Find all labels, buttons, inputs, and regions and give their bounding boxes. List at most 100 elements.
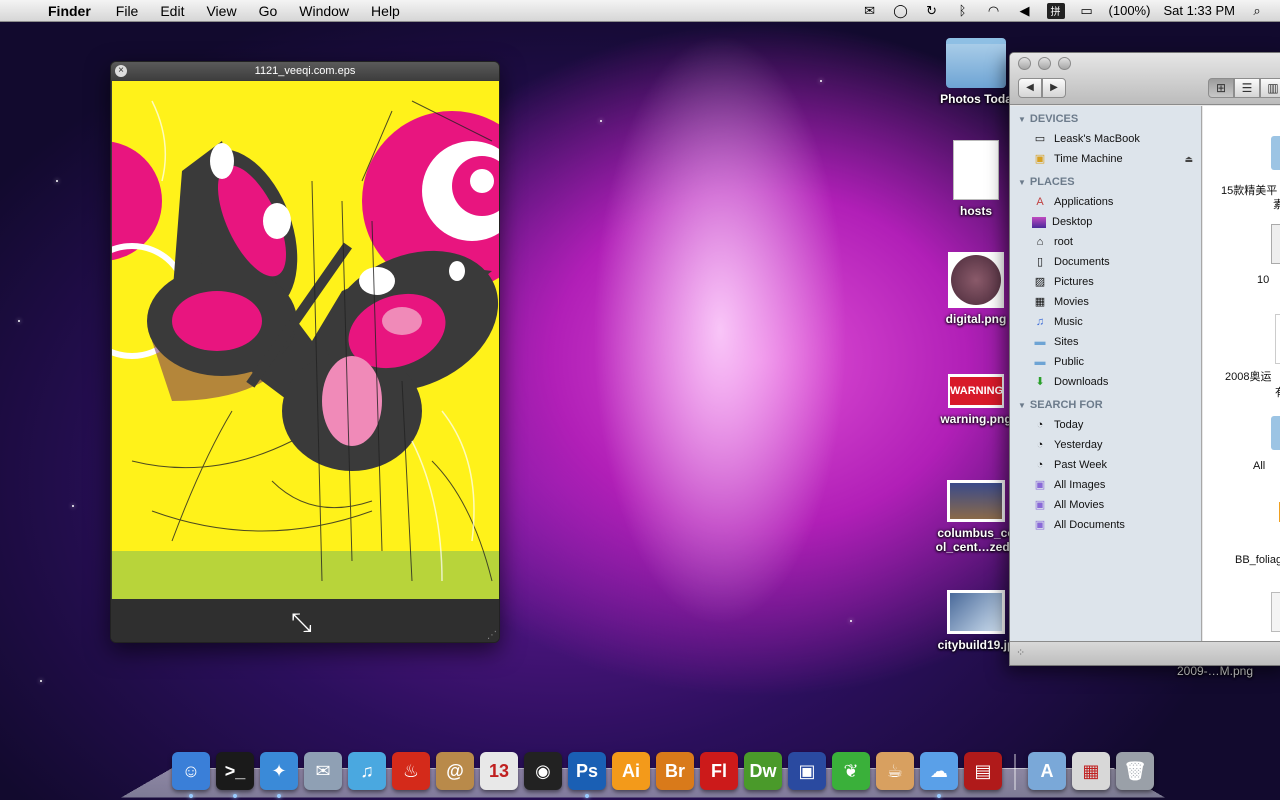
wifi-icon[interactable]: ◠	[985, 3, 1003, 19]
sync-icon[interactable]: ↻	[923, 3, 941, 19]
close-button[interactable]	[1018, 57, 1031, 70]
coffee-icon[interactable]: ☕	[876, 752, 914, 790]
content-item-label[interactable]: BB_foliag	[1235, 554, 1280, 566]
zoom-button[interactable]	[1058, 57, 1071, 70]
applications-stack-icon[interactable]: A	[1028, 752, 1066, 790]
photo-booth-icon[interactable]: ▤	[964, 752, 1002, 790]
finder-icon[interactable]: ☺	[172, 752, 210, 798]
sidebar-item-label: Leask's MacBook	[1054, 133, 1140, 145]
address-book-icon[interactable]: @	[436, 752, 474, 790]
minimize-button[interactable]	[1038, 57, 1051, 70]
camera-icon[interactable]: ◉	[524, 752, 562, 790]
menu-file[interactable]: File	[105, 3, 150, 19]
menu-window[interactable]: Window	[288, 3, 360, 19]
sidebar-item-past-week[interactable]: ◔ Past Week	[1010, 455, 1201, 475]
sidebar-item-label: Public	[1054, 356, 1084, 368]
ical-icon[interactable]: 13	[480, 752, 518, 790]
sidebar-item-today[interactable]: ◔ Today	[1010, 415, 1201, 435]
sidebar-item-label: Applications	[1054, 196, 1114, 208]
back-button[interactable]: ◀	[1018, 78, 1042, 98]
document-icon[interactable]	[1271, 592, 1280, 632]
finder-status-bar: ⁘	[1010, 641, 1280, 665]
content-item-label[interactable]: 10	[1257, 274, 1269, 286]
content-item-label[interactable]: 2008奥运	[1225, 368, 1271, 384]
input-method-icon[interactable]: 拼	[1046, 2, 1065, 19]
sidebar-item-label: root	[1054, 236, 1073, 248]
sidebar-item-desktop[interactable]: Desktop	[1010, 212, 1201, 232]
dreamweaver-icon[interactable]: Dw	[744, 752, 782, 790]
list-view-button[interactable]: ☰	[1234, 78, 1260, 98]
sidebar-item-music[interactable]: ♫ Music	[1010, 312, 1201, 332]
eject-icon[interactable]: ⏏	[1184, 149, 1193, 169]
sidebar-item-yesterday[interactable]: ◔ Yesterday	[1010, 435, 1201, 455]
sidebar-item-applications[interactable]: A Applications	[1010, 192, 1201, 212]
content-item-label[interactable]: All	[1253, 460, 1265, 472]
terminal-icon[interactable]: >_	[216, 752, 254, 798]
sidebar-item-documents[interactable]: ▯ Documents	[1010, 252, 1201, 272]
smart-folder-icon: ▣	[1034, 479, 1046, 491]
illustrator-icon[interactable]: Ai	[612, 752, 650, 790]
leaf-icon[interactable]: ❦	[832, 752, 870, 790]
flame-icon[interactable]: ♨	[392, 752, 430, 790]
forward-button[interactable]: ▶	[1042, 78, 1066, 98]
folder-icon[interactable]	[1271, 416, 1280, 450]
battery-percent: (100%)	[1108, 3, 1151, 18]
document-icon[interactable]	[1275, 314, 1280, 364]
sidebar-item-sites[interactable]: ▬ Sites	[1010, 332, 1201, 352]
menu-help[interactable]: Help	[360, 3, 411, 19]
sidebar-item-public[interactable]: ▬ Public	[1010, 352, 1201, 372]
quicklook-titlebar[interactable]: × 1121_veeqi.com.eps	[111, 62, 499, 80]
folder-icon[interactable]	[1271, 136, 1280, 170]
menu-edit[interactable]: Edit	[149, 3, 195, 19]
ichat-icon[interactable]: ☁	[920, 752, 958, 798]
sidebar-item-all-images[interactable]: ▣ All Images	[1010, 475, 1201, 495]
menu-app-name[interactable]: Finder	[44, 3, 105, 19]
folder-icon	[946, 38, 1006, 88]
sidebar-item-all-movies[interactable]: ▣ All Movies	[1010, 495, 1201, 515]
flash-icon[interactable]: Fl	[700, 752, 738, 790]
sidebar-item-time-machine[interactable]: ▣ Time Machine ⏏	[1010, 149, 1201, 169]
column-view-button[interactable]: ▥	[1260, 78, 1280, 98]
mail-status-icon[interactable]: ✉	[861, 3, 879, 19]
parallels-icon[interactable]: ▣	[788, 752, 826, 790]
close-icon[interactable]: ×	[115, 65, 127, 77]
star	[72, 505, 74, 507]
sidebar-item-pictures[interactable]: ▨ Pictures	[1010, 272, 1201, 292]
quicklook-window: × 1121_veeqi.com.eps ⤡ ⋰	[110, 61, 500, 643]
menu-go[interactable]: Go	[248, 3, 289, 19]
sidebar-header-devices[interactable]: ▼ DEVICES	[1010, 109, 1201, 129]
sidebar-item-downloads[interactable]: ⬇ Downloads	[1010, 372, 1201, 392]
sidebar-header-search[interactable]: ▼ SEARCH FOR	[1010, 395, 1201, 415]
spotlight-icon[interactable]: ⌕	[1248, 3, 1266, 19]
content-item-label[interactable]: 15款精美平	[1221, 182, 1277, 198]
mail-icon[interactable]: ✉	[304, 752, 342, 790]
document-icon[interactable]	[1271, 224, 1280, 264]
resize-grip-icon[interactable]: ⋰	[487, 630, 497, 641]
sidebar-item-macbook[interactable]: ▭ Leask's MacBook	[1010, 129, 1201, 149]
itunes-icon[interactable]: ♫	[348, 752, 386, 790]
bluetooth-icon[interactable]: ᛒ	[954, 3, 972, 19]
resize-grip-icon[interactable]: ⁘	[1016, 646, 1025, 659]
clock[interactable]: Sat 1:33 PM	[1163, 3, 1235, 18]
image-thumbnail-icon	[947, 590, 1005, 634]
finder-content: 15款精美平 素 10 2008奥运 有 All BB_foliag	[1203, 106, 1280, 642]
documents-stack-icon[interactable]: ▦	[1072, 752, 1110, 790]
sidebar-header-places[interactable]: ▼ PLACES	[1010, 172, 1201, 192]
volume-icon[interactable]: ◀	[1016, 3, 1034, 19]
image-thumbnail-icon	[947, 480, 1005, 522]
sidebar-item-root[interactable]: ⌂ root	[1010, 232, 1201, 252]
sidebar-item-movies[interactable]: ▦ Movies	[1010, 292, 1201, 312]
safari-icon[interactable]: ✦	[260, 752, 298, 798]
image-thumbnail-icon	[948, 252, 1004, 308]
sidebar-item-all-documents[interactable]: ▣ All Documents	[1010, 515, 1201, 535]
sidebar-header-label: PLACES	[1029, 176, 1075, 188]
fullscreen-icon[interactable]: ⤡	[291, 607, 312, 639]
menu-view[interactable]: View	[195, 3, 247, 19]
trash-icon[interactable]: 🗑	[1116, 752, 1154, 790]
photoshop-icon[interactable]: Ps	[568, 752, 606, 798]
bridge-icon[interactable]: Br	[656, 752, 694, 790]
battery-icon[interactable]: ▭	[1078, 3, 1096, 19]
icon-view-button[interactable]: ⊞	[1208, 78, 1234, 98]
chat-status-icon[interactable]: ◯	[892, 3, 910, 19]
finder-toolbar: ◀ ▶ ⊞ ☰ ▥	[1010, 53, 1280, 105]
